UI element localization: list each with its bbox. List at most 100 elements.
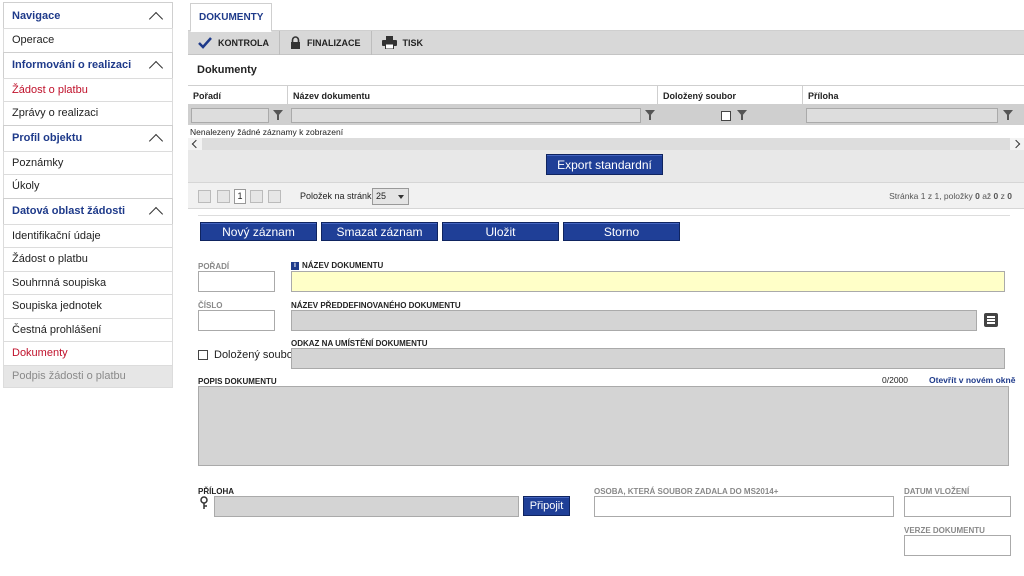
cislo-input[interactable] [198,310,275,331]
sidebar-item-zpravy[interactable]: Zprávy o realizaci [3,101,173,125]
empty-message: Nenalezeny žádné záznamy k zobrazení [190,126,344,137]
pager-info-mid: až [979,191,994,201]
chevron-up-icon[interactable] [148,11,164,21]
pripojit-button[interactable]: Připojit [523,496,570,516]
chevron-up-icon[interactable] [148,133,164,143]
grid-title: Dokumenty [197,64,257,76]
horizontal-scrollbar[interactable] [188,138,1024,150]
column-poradi[interactable]: Pořadí [188,86,288,105]
sidebar-item-poznamky[interactable]: Poznámky [3,150,173,174]
nazev-input[interactable] [291,271,1005,292]
form-divider [198,215,1010,216]
sidebar: Navigace Operace Informování o realizaci… [3,2,173,388]
sidebar-item-operace[interactable]: Operace [3,28,173,52]
per-page-label: Položek na stránku [300,191,377,201]
nazev-label: NÁZEV DOKUMENTU [302,261,384,270]
tab-bar: DOKUMENTY [188,0,1024,32]
per-page-value: 25 [376,191,387,201]
printer-icon [381,36,397,49]
filter-icon[interactable] [1002,109,1014,121]
sidebar-section-datova-oblast[interactable]: Datová oblast žádosti [3,197,173,224]
verze-input[interactable] [904,535,1011,556]
popis-label: POPIS DOKUMENTU [198,377,277,386]
grid-header: Pořadí Název dokumentu Doložený soubor P… [188,85,1024,105]
cislo-label: ČÍSLO [198,301,223,310]
main-panel: DOKUMENTY KONTROLA FINALIZACE TISK Dokum… [188,0,1024,576]
check-icon [198,36,212,49]
scroll-right-icon[interactable] [1010,138,1024,150]
predef-input[interactable] [291,310,977,331]
kontrola-button[interactable]: KONTROLA [188,30,280,55]
verze-label: VERZE DOKUMENTU [904,526,985,535]
priloha-label: PŘÍLOHA [198,487,234,496]
char-counter: 0/2000 [882,375,908,385]
sidebar-item-ukoly[interactable]: Úkoly [3,174,173,198]
poradi-input[interactable] [198,271,275,292]
dolozeny-checkbox[interactable] [198,350,208,360]
finalizace-button[interactable]: FINALIZACE [280,30,372,55]
sidebar-section-informovani[interactable]: Informování o realizaci [3,51,173,78]
sidebar-item-souhrnna[interactable]: Souhrnná soupiska [3,270,173,294]
sidebar-item-soupiska-jednotek[interactable]: Soupiska jednotek [3,294,173,318]
sidebar-section-navigace[interactable]: Navigace [3,2,173,28]
filter-row [188,105,1024,125]
section-title: Informování o realizaci [12,59,132,71]
export-button[interactable]: Export standardní [546,154,663,175]
section-title: Navigace [12,9,61,22]
column-dolozeny[interactable]: Doložený soubor [658,86,803,105]
filter-poradi-input[interactable] [191,108,269,123]
filter-icon[interactable] [644,109,656,121]
sidebar-item-cestna[interactable]: Čestná prohlášení [3,317,173,341]
pager-info-prefix: Stránka 1 z 1, položky [889,191,976,201]
filter-priloha-input[interactable] [806,108,998,123]
filter-icon[interactable] [736,109,748,121]
finalizace-label: FINALIZACE [307,37,361,48]
list-icon[interactable] [984,313,998,327]
sidebar-item-zadost[interactable]: Žádost o platbu [3,247,173,271]
filter-icon[interactable] [272,109,284,121]
sidebar-section-profil[interactable]: Profil objektu [3,124,173,151]
osoba-label: OSOBA, KTERÁ SOUBOR ZADALA DO MS2014+ [594,487,779,496]
toolbar: KONTROLA FINALIZACE TISK [188,30,1024,55]
per-page-select[interactable]: 25 [372,188,409,205]
sidebar-item-dokumenty[interactable]: Dokumenty [3,341,173,365]
info-icon: i [291,261,299,270]
first-page-icon[interactable] [198,190,211,203]
save-button[interactable]: Uložit [442,222,559,241]
last-page-icon[interactable] [268,190,281,203]
tisk-button[interactable]: TISK [372,31,434,55]
sidebar-item-identifikacni[interactable]: Identifikační údaje [3,223,173,247]
pager-info: Stránka 1 z 1, položky 0 až 0 z 0 [889,191,1012,201]
chevron-up-icon[interactable] [148,206,164,216]
popis-textarea[interactable] [198,386,1009,466]
prev-page-icon[interactable] [217,190,230,203]
section-title: Profil objektu [12,132,83,144]
delete-record-button[interactable]: Smazat záznam [321,222,438,241]
caret-down-icon [398,195,404,199]
chevron-up-icon[interactable] [148,60,164,70]
section-title: Datová oblast žádosti [12,205,126,217]
filter-dolozeny-checkbox[interactable] [721,111,731,121]
open-new-window-link[interactable]: Otevřít v novém okně [929,375,1015,385]
tab-dokumenty[interactable]: DOKUMENTY [190,3,273,32]
new-record-button[interactable]: Nový záznam [200,222,317,241]
osoba-input[interactable] [594,496,894,517]
attachment-icon [200,496,208,509]
datum-input[interactable] [904,496,1011,517]
odkaz-input[interactable] [291,348,1005,369]
column-nazev[interactable]: Název dokumentu [288,86,658,105]
column-priloha[interactable]: Příloha [803,86,1024,105]
cancel-button[interactable]: Storno [563,222,680,241]
datum-label: DATUM VLOŽENÍ [904,487,970,496]
nazev-label-wrap: i NÁZEV DOKUMENTU [291,261,383,270]
page-number-input[interactable]: 1 [234,189,246,204]
poradi-label: POŘADÍ [198,262,230,271]
scroll-left-icon[interactable] [188,138,202,150]
priloha-input[interactable] [214,496,519,517]
filter-nazev-input[interactable] [291,108,641,123]
sidebar-item-zadost-o-platbu[interactable]: Žádost o platbu [3,77,173,101]
predef-label: NÁZEV PŘEDDEFINOVANÉHO DOKUMENTU [291,301,461,310]
next-page-icon[interactable] [250,190,263,203]
pager-info-mid2: z [998,191,1008,201]
odkaz-label: ODKAZ NA UMÍSTĚNÍ DOKUMENTU [291,339,428,348]
